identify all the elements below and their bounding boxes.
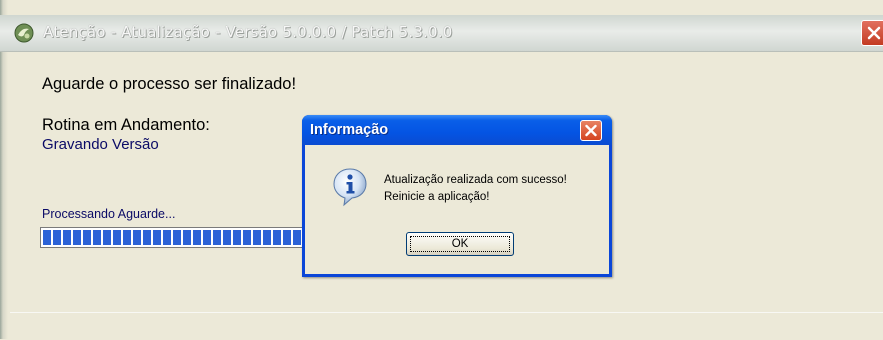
processing-label: Processando Aguarde... bbox=[42, 207, 176, 221]
info-dialog: Informação Atualização realizada com suc… bbox=[302, 115, 612, 277]
wait-message: Aguarde o processo ser finalizado! bbox=[42, 75, 297, 93]
close-icon bbox=[585, 124, 597, 137]
dialog-title: Informação bbox=[310, 122, 389, 138]
progress-fill bbox=[43, 230, 305, 245]
dialog-close-button[interactable] bbox=[580, 120, 602, 141]
dialog-title-bar[interactable]: Informação bbox=[302, 115, 612, 145]
dialog-message-line1: Atualização realizada com sucesso! bbox=[384, 174, 567, 186]
info-icon bbox=[332, 167, 368, 207]
dialog-message: Atualização realizada com sucesso! Reini… bbox=[384, 172, 567, 206]
title-bar[interactable]: Atenção - Atualização - Versão 5.0.0.0 /… bbox=[0, 15, 883, 52]
ok-button[interactable]: OK bbox=[406, 232, 514, 256]
routine-label: Rotina em Andamento: bbox=[42, 116, 210, 134]
close-window-button[interactable] bbox=[861, 20, 883, 46]
dialog-message-line2: Reinicie a aplicação! bbox=[384, 191, 490, 203]
window-title: Atenção - Atualização - Versão 5.0.0.0 /… bbox=[43, 23, 453, 41]
app-icon bbox=[14, 23, 34, 43]
close-icon bbox=[867, 26, 881, 40]
ok-button-label: OK bbox=[410, 236, 510, 252]
dialog-body: Atualização realizada com sucesso! Reini… bbox=[305, 145, 609, 274]
status-strip bbox=[10, 312, 883, 340]
routine-value: Gravando Versão bbox=[42, 136, 159, 153]
